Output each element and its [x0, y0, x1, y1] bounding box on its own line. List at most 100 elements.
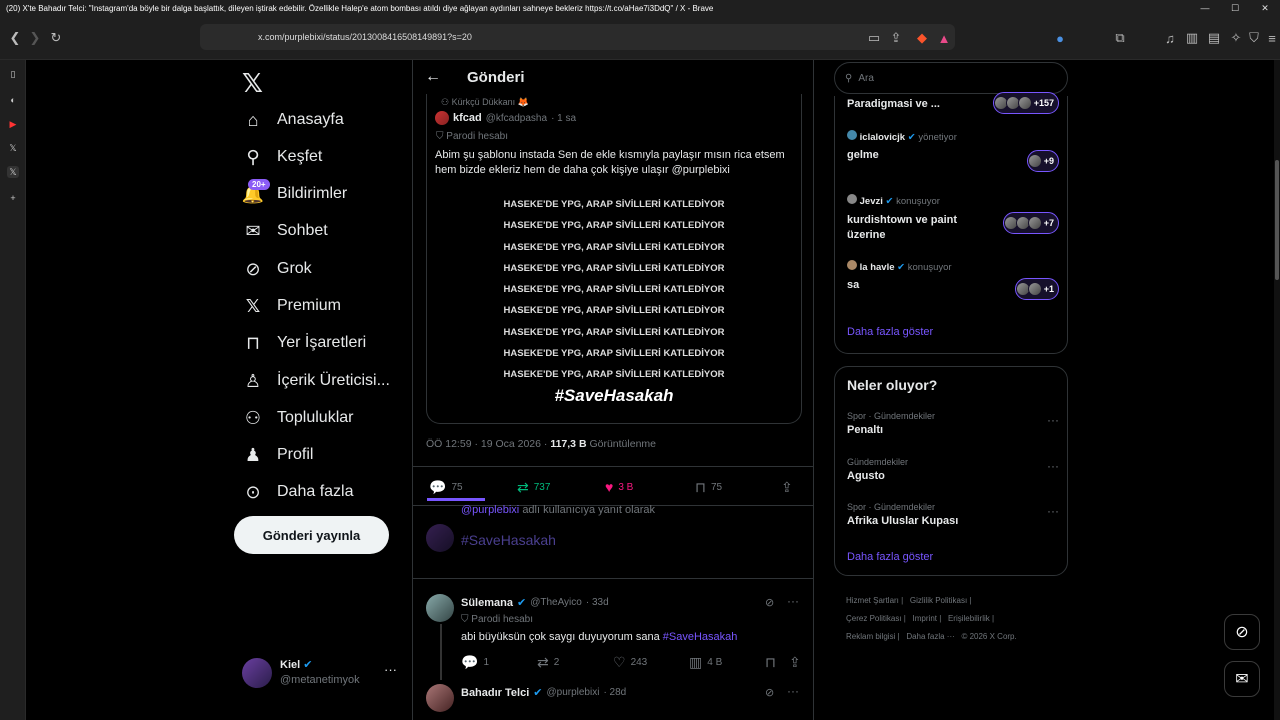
community-icon: ⚇ — [441, 97, 450, 107]
share-icon[interactable]: ⇪ — [886, 28, 906, 48]
youtube-icon[interactable]: ▶ — [7, 118, 19, 130]
share-button[interactable]: ⇪ — [789, 654, 801, 671]
footer-link[interactable]: Hizmet Şartları — [846, 596, 899, 605]
url-text[interactable]: x.com/purplebixi/status/2013008416508149… — [258, 32, 472, 42]
add-panel-icon[interactable]: + — [7, 192, 19, 204]
quote-image[interactable]: HASEKE'DE YPG, ARAP SİVİLLERİ KATLEDİYOR… — [427, 186, 801, 414]
space-item[interactable]: Jevzi ✔ konuşuyor kurdishtown ve paint ü… — [847, 194, 1059, 250]
address-bar[interactable]: x.com/purplebixi/status/2013008416508149… — [200, 24, 955, 50]
account-switcher[interactable]: Kiel ✔ @metanetimyok ··· — [242, 656, 402, 692]
space-item[interactable]: Paradigmasi ve ... +157 — [847, 92, 1059, 118]
search-input[interactable]: ⚲ Ara — [834, 62, 1068, 94]
footer-link[interactable]: Reklam bilgisi — [846, 632, 895, 641]
maximize-button[interactable]: ☐ — [1220, 0, 1250, 16]
nav-item-grok[interactable]: ⊘ Grok — [242, 254, 311, 284]
more-dots-icon[interactable]: ··· — [787, 594, 799, 608]
brave-shield-icon[interactable]: ◆ — [912, 28, 932, 48]
search-icon: ⚲ — [246, 146, 260, 167]
nav-item-notifications[interactable]: 🔔 20+ Bildirimler — [242, 179, 347, 209]
reply-button[interactable]: 💬 75 — [429, 479, 463, 496]
minimize-button[interactable]: — — [1190, 0, 1220, 16]
nav-item-premium[interactable]: 𝕏 Premium — [242, 291, 341, 321]
grok-icon[interactable]: ⊘ — [765, 686, 774, 699]
nav-item-communities[interactable]: ⚇ Topluluklar — [242, 403, 354, 433]
trend-item[interactable]: Gündemdekiler Agusto ··· — [847, 457, 1059, 482]
like-button[interactable]: ♥ 3 B — [605, 479, 633, 495]
menu-icon[interactable]: ≡ — [1262, 28, 1280, 48]
back-arrow-icon[interactable]: ← — [425, 68, 441, 86]
views-button[interactable]: ▥ 4 B — [689, 654, 722, 671]
speedreader-icon[interactable]: ◐ — [7, 94, 19, 106]
like-button[interactable]: ♡ 243 — [613, 654, 647, 671]
hashtag-link[interactable]: #SaveHasakah — [663, 631, 738, 643]
trend-item[interactable]: Spor · Gündemdekiler Penaltı ··· — [847, 411, 1059, 436]
grok-icon[interactable]: ⊘ — [765, 596, 774, 609]
sidebar-toggle-icon[interactable]: ▥ — [1182, 28, 1202, 48]
share-button[interactable]: ⇪ — [781, 479, 793, 496]
leo-icon[interactable]: ✧ — [1226, 28, 1246, 48]
space-item[interactable]: iclalovicjk ✔ yönetiyor gelme +9 — [847, 130, 1059, 180]
people-icon: ⚇ — [244, 407, 262, 428]
nav-item-explore[interactable]: ⚲ Keşfet — [242, 142, 322, 172]
nav-item-more[interactable]: ⊙ Daha fazla — [242, 477, 353, 507]
more-icon: ⊙ — [245, 481, 261, 502]
spaces-show-more-link[interactable]: Daha fazla göster — [847, 326, 933, 338]
bookmark-button[interactable]: ⊓ — [765, 654, 776, 671]
nav-item-bookmarks[interactable]: ⊓ Yer İşaretleri — [242, 328, 366, 358]
nav-item-home[interactable]: ⌂ Anasayfa — [242, 105, 344, 135]
sidebar-panel-icon[interactable]: ▯ — [7, 68, 19, 80]
extension-icon[interactable]: ● — [1050, 28, 1070, 48]
reply-mention-link[interactable]: @purplebixi — [461, 504, 519, 516]
close-button[interactable]: ✕ — [1250, 0, 1280, 16]
more-dots-icon[interactable]: ··· — [1047, 504, 1059, 518]
parody-label: ⛉ Parodi hesabı — [436, 131, 508, 142]
footer-link[interactable]: Çerez Politikası — [846, 614, 902, 623]
footer-link[interactable]: Gizlilik Politikası — [910, 596, 967, 605]
post-button[interactable]: Gönderi yayınla — [234, 516, 389, 554]
x-tab-icon[interactable]: 𝕏 — [7, 142, 19, 154]
quote-name: kfcad — [453, 112, 482, 124]
x-logo-icon[interactable]: 𝕏 — [242, 68, 263, 99]
trends-show-more-link[interactable]: Daha fazla göster — [847, 551, 933, 563]
nav-item-creator[interactable]: ♙ İçerik Üreticisi... — [242, 366, 390, 396]
chart-icon: ▥ — [689, 654, 703, 670]
x-tab-active-icon[interactable]: 𝕏 — [7, 166, 19, 178]
nav-label: İçerik Üreticisi... — [277, 372, 390, 389]
scroll-thumb[interactable] — [1275, 160, 1279, 280]
forward-icon[interactable]: ❯ — [25, 28, 45, 48]
bookmark-button[interactable]: ⊓ 75 — [695, 479, 722, 496]
grok-fab-icon[interactable]: ⊘ — [1224, 614, 1260, 650]
reply-button[interactable]: 💬 1 — [461, 654, 489, 671]
more-dots-icon[interactable]: ··· — [787, 684, 799, 698]
nav-item-messages[interactable]: ✉ Sohbet — [242, 216, 327, 246]
scrollbar[interactable] — [1274, 60, 1280, 720]
repost-button[interactable]: ⇄ 2 — [537, 654, 559, 671]
image-text-line: HASEKE'DE YPG, ARAP SİVİLLERİ KATLEDİYOR — [503, 305, 725, 317]
more-dots-icon[interactable]: ··· — [1047, 459, 1059, 473]
reload-icon[interactable]: ↻ — [46, 28, 66, 48]
vpn-icon[interactable]: ⛉ — [1244, 28, 1264, 48]
bookmark-icon: ⊓ — [695, 479, 706, 495]
back-icon[interactable]: ❮ — [5, 28, 25, 48]
footer-link[interactable]: Erişilebilirlik — [948, 614, 990, 623]
trend-item[interactable]: Spor · Gündemdekiler Afrika Uluslar Kupas… — [847, 502, 1059, 527]
reply-composer[interactable]: #SaveHasakah — [461, 532, 556, 548]
space-item[interactable]: la havle ✔ konuşuyor sa +1 — [847, 260, 1059, 300]
trends-box: Neler oluyor? Spor · Gündemdekiler Penalt… — [834, 366, 1068, 576]
cast-icon[interactable]: ▭ — [864, 28, 884, 48]
repost-button[interactable]: ⇄ 737 — [517, 479, 550, 496]
nav-item-profile[interactable]: ♟ Profil — [242, 440, 314, 470]
x-icon: 𝕏 — [245, 295, 261, 316]
view-count: 117,3 B — [550, 438, 587, 450]
brave-rewards-icon[interactable]: ▲ — [934, 28, 954, 48]
search-icon: ⚲ — [845, 72, 853, 84]
quoted-post[interactable]: ⚇ Kürkçü Dükkanı 🦊 kfcad @kfcadpasha · 1… — [426, 94, 802, 424]
footer-link[interactable]: Imprint — [913, 614, 937, 623]
wallet-icon[interactable]: ▤ — [1204, 28, 1224, 48]
footer-link[interactable]: Daha fazla ··· — [906, 632, 954, 641]
messages-fab-icon[interactable]: ✉ — [1224, 661, 1260, 697]
media-icon[interactable]: ♫ — [1160, 28, 1180, 48]
more-dots-icon[interactable]: ··· — [1047, 413, 1059, 427]
verified-icon: ✔ — [897, 262, 906, 273]
extensions-icon[interactable]: ⧉ — [1110, 28, 1130, 48]
